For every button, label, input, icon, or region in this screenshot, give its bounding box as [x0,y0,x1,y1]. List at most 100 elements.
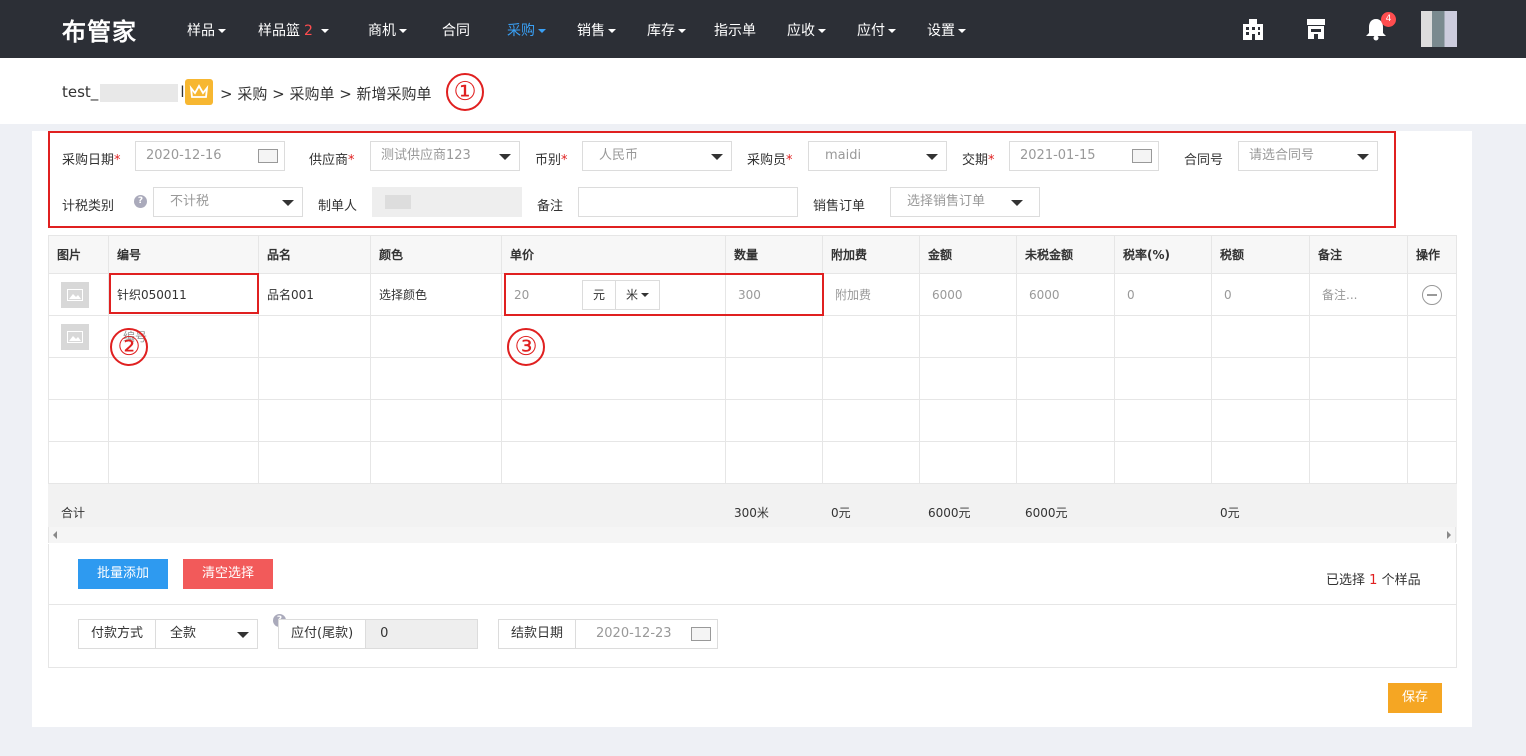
color-select[interactable]: 选择颜色 [370,273,502,316]
selected-prefix: 已选择 [1326,573,1366,588]
empty-cell [1114,399,1212,442]
name-cell: 品名001 [258,273,371,316]
table-header-row: 图片 编号 品名 颜色 单价 数量 附加费 金额 未税金额 税率(%) 税额 备… [48,235,1457,274]
redacted-block [100,83,179,102]
calendar-icon[interactable] [691,627,711,641]
tax-type-select[interactable]: 不计税 [153,187,303,217]
empty-cell [370,315,502,358]
basket-count-badge: 2 [304,23,313,39]
save-button[interactable]: 保存 [1388,683,1442,713]
store-icon[interactable] [1303,16,1329,42]
delivery-label: 交期* [962,149,995,168]
purchase-date-label: 采购日期* [62,149,121,168]
nav-item-sales[interactable]: 销售 [577,20,616,40]
required-mark: * [561,153,568,168]
nav-item-label: 应收 [787,23,815,39]
purchase-date-field[interactable]: 2020-12-16 [135,141,285,171]
caret-down-icon [320,29,329,33]
nav-item-sample-basket[interactable]: 样品篮 2 [258,20,329,40]
column-header: 附加费 [822,235,920,274]
nav-item-contracts[interactable]: 合同 [442,20,470,40]
nav-item-receivables[interactable]: 应收 [787,20,826,40]
nav-item-payables[interactable]: 应付 [857,20,896,40]
nav-item-samples[interactable]: 样品 [187,20,226,40]
currency-select[interactable]: 人民币 [582,141,732,171]
supplier-select[interactable]: 测试供应商123 [370,141,520,171]
empty-cell [1016,357,1115,400]
nav-item-label: 设置 [927,23,955,39]
surcharge-input[interactable]: 附加费 [822,273,920,316]
settle-date-value: 2020-12-23 [596,626,672,641]
table-row: 编号 [48,315,1457,358]
empty-cell [1407,315,1457,358]
logo[interactable]: 布管家 [62,12,137,47]
supplier-value: 测试供应商123 [381,148,471,163]
empty-cell [822,441,920,484]
account-name-suffix: l [180,83,185,101]
row-remark-input[interactable]: 备注... [1309,273,1408,316]
label-text: 交期 [962,153,989,168]
column-header: 数量 [725,235,823,274]
sales-order-placeholder: 选择销售订单 [907,194,986,209]
nav-item-label: 合同 [442,23,470,39]
settle-date-field[interactable]: 2020-12-23 [576,620,717,648]
tax-rate-input[interactable]: 0 [1114,273,1212,316]
contract-select[interactable]: 请选合同号 [1238,141,1378,171]
scroll-right-icon[interactable] [1447,531,1451,539]
caret-down-icon [678,29,686,33]
empty-cell [258,441,371,484]
empty-cell [919,357,1017,400]
building-icon[interactable] [1240,16,1266,42]
empty-cell [919,441,1017,484]
nav-item-inventory[interactable]: 库存 [647,20,686,40]
scroll-left-icon[interactable] [53,531,57,539]
breadcrumb-account[interactable]: test_ l [62,83,184,102]
remove-row-icon[interactable] [1422,284,1442,305]
table-row [48,357,1457,400]
annotation-marker-2: ② [110,328,148,366]
caret-down-icon [399,29,407,33]
buyer-label: 采购员* [747,149,793,168]
help-icon[interactable]: ? [134,195,147,208]
label-text: 供应商 [309,153,349,168]
breadcrumb: > 采购 > 采购单 > 新增采购单 [220,85,432,103]
nav-item-opportunities[interactable]: 商机 [368,20,407,40]
empty-cell [1309,357,1408,400]
horizontal-scrollbar[interactable] [48,527,1456,543]
image-placeholder-icon[interactable] [61,323,89,350]
remark-input[interactable] [578,187,798,217]
settle-date-group[interactable]: 结款日期 2020-12-23 [498,619,718,649]
sales-order-select[interactable]: 选择销售订单 [890,187,1040,217]
column-header: 备注 [1309,235,1408,274]
empty-cell [1211,357,1310,400]
buyer-select[interactable]: maidi [808,141,947,171]
nav-item-purchase[interactable]: 采购 [507,20,546,40]
image-cell [48,273,109,316]
clear-selection-button[interactable]: 清空选择 [183,559,273,589]
empty-cell [1114,315,1212,358]
nav-item-label: 库存 [647,23,675,39]
selected-count: 1 [1369,573,1378,588]
column-header: 品名 [258,235,371,274]
caret-down-icon [499,154,511,160]
nav-item-instructions[interactable]: 指示单 [714,20,756,40]
delivery-date-field[interactable]: 2021-01-15 [1009,141,1159,171]
tax-cell: 0 [1211,273,1310,316]
avatar[interactable] [1421,11,1457,47]
nav-item-settings[interactable]: 设置 [927,20,966,40]
empty-cell [370,441,502,484]
empty-cell [725,315,823,358]
payment-method-group[interactable]: 付款方式 全款 [78,619,258,649]
calendar-icon[interactable] [258,149,278,163]
column-header: 税额 [1211,235,1310,274]
image-placeholder-icon[interactable] [61,281,89,308]
crown-icon [185,79,213,105]
nav-item-label: 样品篮 [258,23,300,39]
payment-method-select[interactable]: 全款 [156,620,257,648]
required-mark: * [114,153,121,168]
label-text: 币别 [535,153,562,168]
batch-add-button[interactable]: 批量添加 [78,559,168,589]
calendar-icon[interactable] [1132,149,1152,163]
payable-label: 应付(尾款) [279,620,367,648]
empty-cell [1309,441,1408,484]
